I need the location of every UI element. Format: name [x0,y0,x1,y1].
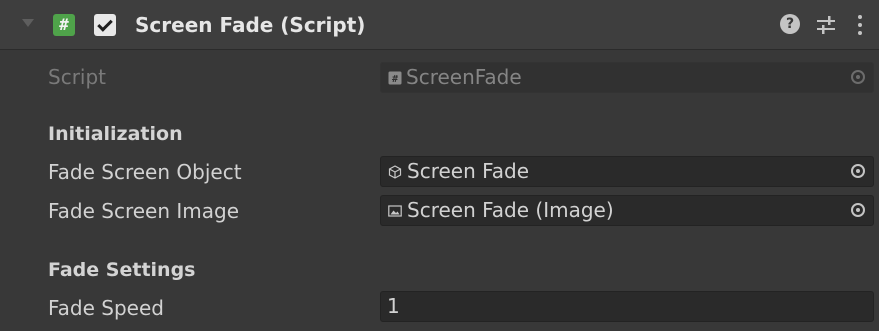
fade-speed-value: 1 [387,294,400,318]
inspector-component: # Screen Fade (Script) ? Script # Screen… [0,0,879,331]
section-fade-settings: Fade Settings [48,259,196,281]
component-header[interactable]: # Screen Fade (Script) ? [0,0,879,50]
fade-screen-object-value: Screen Fade [407,159,530,183]
fade-speed-label: Fade Speed [48,296,164,320]
image-component-icon [388,205,402,217]
foldout-arrow-icon[interactable] [22,19,34,27]
fade-screen-object-field[interactable]: Screen Fade [380,156,874,187]
section-initialization: Initialization [48,123,183,145]
fade-screen-image-value: Screen Fade (Image) [407,198,614,222]
fade-screen-image-label: Fade Screen Image [48,199,240,223]
object-picker-icon [851,70,865,84]
script-file-icon: # [388,71,402,85]
script-label: Script [48,65,107,89]
svg-text:#: # [392,74,398,85]
object-picker-icon[interactable] [851,203,865,217]
help-icon[interactable]: ? [780,14,800,34]
fade-speed-input[interactable]: 1 [380,291,874,322]
script-value: ScreenFade [406,65,522,89]
script-field: # ScreenFade [380,62,874,93]
object-picker-icon[interactable] [851,164,865,178]
gameobject-cube-icon [388,165,402,179]
component-title[interactable]: Screen Fade (Script) [135,10,365,40]
presets-icon[interactable] [815,13,837,37]
enable-checkbox[interactable] [94,14,116,36]
kebab-menu-icon[interactable] [856,13,864,37]
script-icon: # [53,14,75,36]
fade-screen-object-label: Fade Screen Object [48,160,242,184]
fade-screen-image-field[interactable]: Screen Fade (Image) [380,195,874,226]
